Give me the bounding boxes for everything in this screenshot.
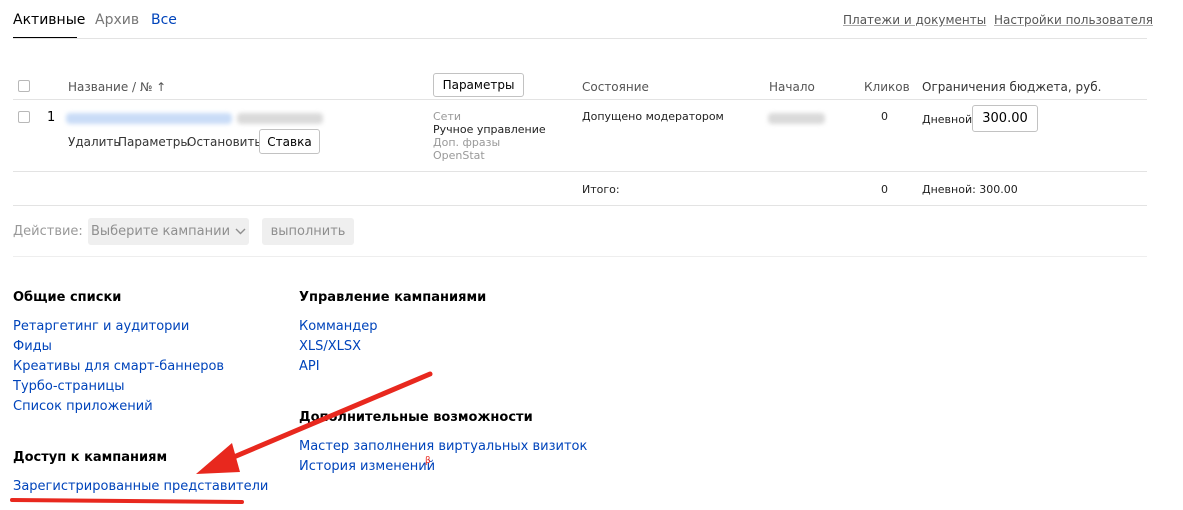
annotation-arrow-icon xyxy=(10,371,433,504)
